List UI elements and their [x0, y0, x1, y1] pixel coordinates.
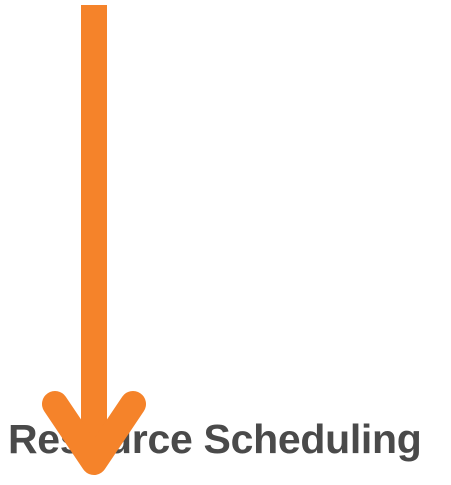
down-arrow-icon	[42, 5, 146, 475]
page-title: Resource Scheduling	[8, 416, 422, 462]
